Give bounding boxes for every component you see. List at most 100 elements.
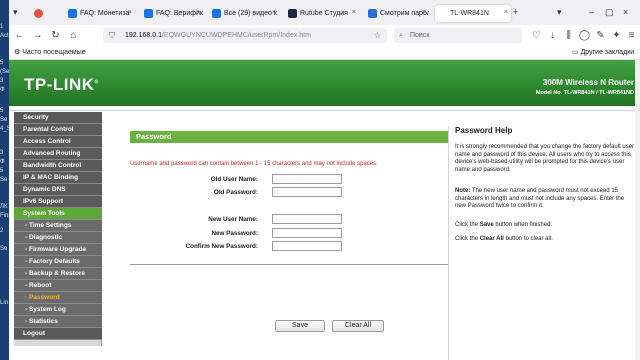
desktop-label: 2 xyxy=(0,228,4,234)
new-tab-icon[interactable]: + xyxy=(513,7,518,17)
downloads-icon[interactable]: ↓ xyxy=(546,29,559,42)
vk-icon xyxy=(212,9,221,18)
maximize-window-icon[interactable]: ▢ xyxy=(605,7,614,18)
desktop-label: 3 xyxy=(0,150,4,156)
reload-icon[interactable]: ↻ xyxy=(49,29,62,42)
back-icon[interactable]: ← xyxy=(13,29,26,42)
new-password-row: New Password: xyxy=(120,228,454,239)
help-paragraph-save: Click the Save button when finished. xyxy=(455,222,553,228)
menu-item[interactable]: Advanced Routing xyxy=(14,148,102,160)
menu-item[interactable]: - Backup & Restore xyxy=(14,268,102,280)
menu-item[interactable]: IPv6 Support xyxy=(14,196,102,208)
tab-label: FAQ: Монетиза xyxy=(80,10,130,17)
menu-item[interactable]: - Password xyxy=(14,292,102,304)
menu-item[interactable]: - Statistics xyxy=(14,316,102,328)
save-button[interactable]: Save xyxy=(275,320,325,332)
menu-icon[interactable]: ≡ xyxy=(625,29,638,42)
search-input[interactable]: ⌕ Поиск xyxy=(394,28,522,43)
page-info-icon[interactable]: ⛉ xyxy=(109,28,115,43)
tab-label: Все (29) видео к xyxy=(224,10,277,17)
form-divider xyxy=(130,264,452,265)
desktop-label: 1 xyxy=(0,24,4,30)
tab-1[interactable] xyxy=(31,5,57,22)
menu-item[interactable]: System Tools xyxy=(14,208,102,220)
home-icon[interactable]: ⌂ xyxy=(67,29,80,42)
new-user-name-input[interactable] xyxy=(272,214,342,224)
help-title: Password Help xyxy=(455,126,513,135)
rutube-icon xyxy=(288,9,297,18)
bookmark-star-icon[interactable]: ☆ xyxy=(374,28,381,43)
bookmarks-bar: ⚙ Часто посещаемые ▭ Другие закладки xyxy=(9,46,640,60)
extensions-puzzle-icon[interactable]: ✦ xyxy=(610,29,623,42)
screen: 1 Acti 5 (Se 3 Ф 5 Se 4_Se 3 Ф 5 Se ЛК Fina 2 Se Lin FAQ:… xyxy=(0,0,640,360)
menu-item[interactable]: - Time Settings xyxy=(14,220,102,232)
search-icon: ⌕ xyxy=(399,32,403,39)
menu-item[interactable]: - Factory Defaults xyxy=(14,256,102,268)
close-tab-icon[interactable]: × xyxy=(422,9,426,16)
pocket-icon[interactable]: ♡ xyxy=(530,29,543,42)
tab-7[interactable]: TL-WR841N × xyxy=(435,5,511,22)
menu-item[interactable]: - Diagnostic xyxy=(14,232,102,244)
forward-icon[interactable]: → xyxy=(31,29,44,42)
product-name: 300M Wireless N Router xyxy=(542,78,634,87)
old-password-label: Old Password: xyxy=(213,189,258,196)
old-user-name-input[interactable] xyxy=(272,174,342,184)
confirm-password-label: Confirm New Password: xyxy=(185,243,258,250)
old-password-input[interactable] xyxy=(272,187,342,197)
menu-item[interactable]: - System Log xyxy=(14,304,102,316)
menu-item[interactable]: - Reboot xyxy=(14,280,102,292)
url-host: 192.168.0.1 xyxy=(125,32,162,39)
menu-item[interactable]: IP & MAC Binding xyxy=(14,172,102,184)
menu-item[interactable]: Dynamic DNS xyxy=(14,184,102,196)
close-tab-icon[interactable]: × xyxy=(352,9,356,16)
minimize-window-icon[interactable]: – xyxy=(589,7,594,17)
tab-2[interactable]: FAQ: Монетиза × xyxy=(65,5,135,22)
new-password-input[interactable] xyxy=(272,228,342,238)
password-panel: Password Username and password can conta… xyxy=(120,112,454,360)
menu-item[interactable]: Logout xyxy=(14,328,102,340)
extension-icon[interactable]: ✎ xyxy=(594,29,607,42)
tab-5[interactable]: Rutube Студия × xyxy=(285,5,359,22)
close-tab-icon[interactable]: × xyxy=(128,9,132,16)
desktop-label: (Se xyxy=(0,69,10,75)
help-paragraph-note: Note: The new user name and password mus… xyxy=(455,188,635,211)
page-scrollbar[interactable] xyxy=(635,60,640,360)
router-menu: Security Parental Control Access Control Ad… xyxy=(14,112,102,346)
router-page: TP-LINK® 300M Wireless N Router Model No… xyxy=(9,60,640,360)
tab-label: TL-WR841N xyxy=(450,10,489,17)
library-icon[interactable]: ⫼ xyxy=(562,29,575,42)
confirm-password-input[interactable] xyxy=(272,241,342,251)
router-header: TP-LINK® 300M Wireless N Router Model No… xyxy=(9,60,640,106)
close-window-icon[interactable]: × xyxy=(623,7,628,17)
close-tab-icon[interactable]: × xyxy=(272,9,276,16)
old-user-name-label: Old User Name: xyxy=(210,176,258,183)
most-visited-bookmark[interactable]: ⚙ Часто посещаемые xyxy=(14,47,86,59)
tab-3[interactable]: FAQ: Верифика × xyxy=(141,5,203,22)
account-icon[interactable]: ◯ xyxy=(578,29,591,42)
tab-4[interactable]: Все (29) видео к × xyxy=(209,5,279,22)
close-tab-icon[interactable]: × xyxy=(196,9,200,16)
tab-list-icon[interactable]: ▾ xyxy=(13,7,18,18)
menu-item[interactable]: Security xyxy=(14,112,102,124)
desktop-label: ЛК xyxy=(0,204,8,210)
desktop-label: Ф xyxy=(0,87,5,93)
menu-item[interactable]: - Firmware Upgrade xyxy=(14,244,102,256)
menu-item[interactable]: Access Control xyxy=(14,136,102,148)
address-bar[interactable]: ⛉ 192.168.0.1/EQWGUYNCUWDPEHMC/userRpm/I… xyxy=(103,28,387,43)
help-note-text: The new user name and password must not … xyxy=(455,188,625,209)
clear-all-button[interactable]: Clear All xyxy=(332,320,384,332)
tab-6[interactable]: Смотрим парол × xyxy=(365,5,429,22)
old-password-row: Old Password: xyxy=(120,187,454,198)
desktop-label: Se xyxy=(0,246,8,252)
old-user-name-row: Old User Name: xyxy=(120,174,454,185)
other-bookmarks[interactable]: ▭ Другие закладки xyxy=(572,47,634,59)
menu-item[interactable]: Parental Control xyxy=(14,124,102,136)
desktop-label: Se xyxy=(0,177,8,183)
tab-bar: FAQ: Монетиза × FAQ: Верифика × Все (29) вид… xyxy=(9,0,640,25)
help-note-label: Note: xyxy=(455,188,471,194)
menu-item[interactable]: Bandwidth Control xyxy=(14,160,102,172)
vk-icon xyxy=(68,9,77,18)
help-paragraph-intro: It is strongly recommended that you chan… xyxy=(455,144,635,173)
all-tabs-icon[interactable]: ▾ xyxy=(557,7,562,18)
close-tab-icon[interactable]: × xyxy=(504,9,508,16)
